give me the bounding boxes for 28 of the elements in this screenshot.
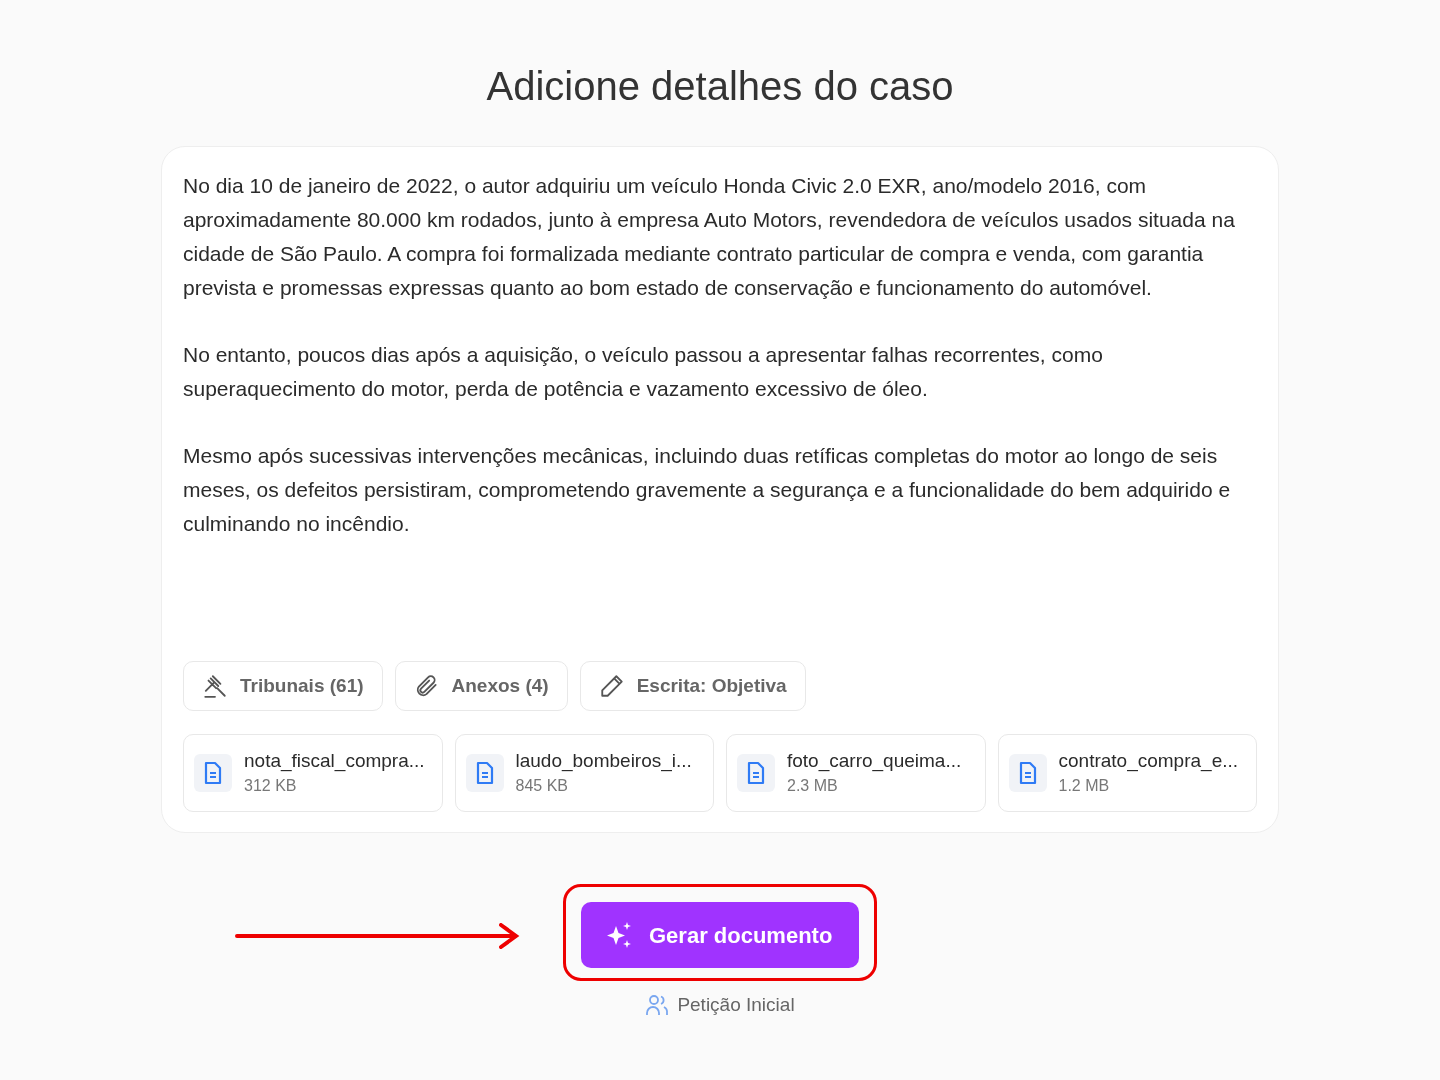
gavel-icon bbox=[202, 673, 228, 699]
document-type-label: Petição Inicial bbox=[677, 993, 795, 1017]
description-paragraph: No entanto, poucos dias após a aquisição, o veículo passou a apresentar falhas recorrentes, como superaquecimento do motor, perda de potência e vazamento excessivo de óleo. bbox=[183, 342, 1104, 402]
generate-button[interactable]: Gerar documento bbox=[581, 902, 859, 968]
file-size: 1.2 MB bbox=[1058, 776, 1111, 796]
file-name: nota_fiscal_compra... bbox=[244, 749, 425, 774]
attachment-card[interactable]: laudo_bombeiros_i... 845 KB bbox=[454, 734, 714, 812]
description-paragraph: No dia 10 de janeiro de 2022, o autor adquiriu um veículo Honda Civic 2.0 EXR, ano/modelo 2016, com aproximadamente 80.000 km rodados, junto à empresa Auto Motors, revendedora de veículos usados situada na cidade de São Paulo. A compra foi formalizada mediante contrato particular de compra e venda, com garantia prevista e promessas expressas quanto ao bom estado de conservação e funcionamento do automóvel. bbox=[183, 173, 1236, 301]
document-icon bbox=[465, 754, 504, 792]
file-size: 2.3 MB bbox=[787, 776, 839, 796]
option-chip[interactable]: Tribunais (61) bbox=[183, 661, 383, 711]
file-size: 845 KB bbox=[515, 776, 569, 796]
attachment-card[interactable]: contrato_compra_e... 1.2 MB bbox=[997, 734, 1257, 812]
attachment-card[interactable]: nota_fiscal_compra... 312 KB bbox=[183, 734, 443, 812]
file-size: 312 KB bbox=[244, 776, 298, 796]
document-icon bbox=[737, 754, 775, 792]
file-name: laudo_bombeiros_i... bbox=[515, 749, 692, 774]
file-name: contrato_compra_e... bbox=[1058, 749, 1239, 774]
page-title: Adicione detalhes do caso bbox=[486, 63, 954, 110]
users-icon bbox=[645, 993, 670, 1018]
file-name: foto_carro_queima... bbox=[787, 749, 962, 774]
pencil-icon bbox=[598, 673, 625, 699]
document-icon bbox=[194, 754, 232, 792]
document-icon bbox=[1008, 754, 1047, 792]
attachment-card[interactable]: foto_carro_queima... 2.3 MB bbox=[726, 734, 986, 812]
option-chip[interactable]: Anexos (4) bbox=[394, 661, 568, 711]
option-chip[interactable]: Escrita: Objetiva bbox=[579, 661, 806, 711]
description-paragraph: Mesmo após sucessivas intervenções mecânicas, incluindo duas retíficas completas do motor ao longo de seis meses, os defeitos persistiram, comprometendo gravemente a segurança e a funcionalidade do bem adquirido e culminando no incêndio. bbox=[183, 443, 1232, 537]
